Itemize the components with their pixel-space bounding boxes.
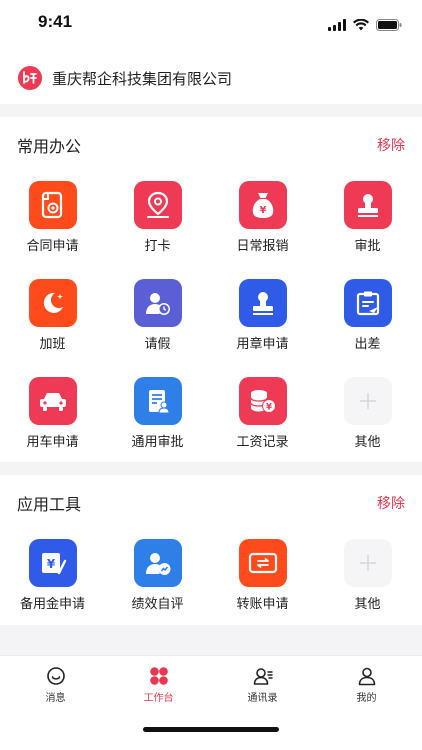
workbench-grid-icon [149, 667, 168, 685]
svg-text:¥: ¥ [259, 205, 266, 216]
office-section-title: 常用办公 [17, 139, 82, 156]
tile-overtime[interactable]: 加班 [0, 267, 105, 365]
tile-vehicle-application[interactable]: 用车申请 [0, 365, 105, 463]
person-icon [358, 667, 375, 686]
home-indicator[interactable] [143, 727, 279, 732]
app-screen: 9:41 重庆帮企科技集团有限公司 常用办公 移除 合同申请 打卡 ¥ 日常报销… [0, 0, 422, 750]
stamp-icon [343, 181, 392, 229]
user-chart-icon [133, 539, 182, 587]
tab-label: 我的 [356, 693, 377, 704]
tile-label: 绩效自评 [131, 596, 184, 611]
tile-petty-cash-application[interactable]: ¥ 备用金申请 [0, 527, 105, 625]
tile-label: 合同申请 [26, 238, 79, 253]
company-header[interactable]: 重庆帮企科技集团有限公司 [0, 52, 422, 104]
tile-general-approval[interactable]: 通用审批 [105, 365, 210, 463]
tile-label: 其他 [354, 596, 381, 611]
tile-label: 用章申请 [236, 336, 289, 351]
plus-icon [343, 377, 392, 425]
clipboard-plane-icon [343, 279, 392, 327]
seal-icon [238, 279, 287, 327]
money-bag-icon: ¥ [238, 181, 287, 229]
tab-label: 工作台 [143, 693, 174, 704]
tile-other-tools[interactable]: 其他 [315, 527, 420, 625]
card-transfer-icon [238, 539, 287, 587]
status-bar: 9:41 [0, 0, 422, 52]
user-clock-icon [133, 279, 182, 327]
contacts-icon [253, 668, 273, 685]
yuan-pen-icon: ¥ [28, 539, 77, 587]
tile-label: 备用金申请 [19, 596, 85, 611]
tab-me[interactable]: 我的 [314, 666, 419, 710]
tile-label: 工资记录 [236, 434, 289, 449]
tile-approval[interactable]: 审批 [315, 169, 420, 267]
tab-label: 消息 [45, 693, 66, 704]
location-pin-icon [133, 181, 182, 229]
tile-other-office[interactable]: 其他 [315, 365, 420, 463]
tools-section-header: 应用工具 移除 [0, 475, 422, 525]
tile-clock-in[interactable]: 打卡 [105, 169, 210, 267]
bottom-tab-bar: 消息 工作台 通讯录 我的 [0, 655, 422, 750]
tile-leave-request[interactable]: 请假 [105, 267, 210, 365]
moon-icon [28, 279, 77, 327]
tile-label: 审批 [354, 238, 381, 253]
status-time: 9:41 [38, 12, 73, 31]
tile-business-trip[interactable]: 出差 [315, 267, 420, 365]
tile-daily-reimbursement[interactable]: ¥ 日常报销 [210, 169, 315, 267]
tile-transfer-application[interactable]: 转账申请 [210, 527, 315, 625]
company-name: 重庆帮企科技集团有限公司 [52, 70, 233, 88]
contract-icon [28, 181, 77, 229]
battery-icon [376, 19, 402, 31]
tools-section: 应用工具 移除 ¥ 备用金申请 绩效自评 转账申请 其他 [0, 475, 422, 625]
document-user-icon [133, 377, 182, 425]
tile-contract-application[interactable]: 合同申请 [0, 169, 105, 267]
tile-label: 出差 [354, 336, 381, 351]
office-remove-button[interactable]: 移除 [377, 135, 405, 155]
tab-workbench[interactable]: 工作台 [106, 666, 211, 710]
company-logo-icon [18, 66, 42, 90]
tile-label: 加班 [39, 336, 66, 351]
tile-label: 其他 [354, 434, 381, 449]
tile-label: 用车申请 [26, 434, 79, 449]
office-section-header: 常用办公 移除 [0, 117, 422, 167]
tile-label: 打卡 [144, 238, 171, 253]
tools-remove-button[interactable]: 移除 [377, 493, 405, 513]
tile-label: 请假 [144, 336, 171, 351]
svg-text:¥: ¥ [266, 403, 272, 413]
cellular-signal-icon [328, 19, 346, 31]
tile-label: 通用审批 [131, 434, 184, 449]
tab-messages[interactable]: 消息 [3, 666, 108, 710]
smile-message-icon [46, 667, 65, 685]
coin-stack-icon: ¥ [238, 377, 287, 425]
tile-label: 日常报销 [236, 238, 289, 253]
plus-icon [343, 539, 392, 587]
svg-text:¥: ¥ [46, 557, 55, 571]
tools-section-title: 应用工具 [17, 497, 82, 514]
status-icons [328, 19, 402, 31]
tab-contacts[interactable]: 通讯录 [210, 666, 315, 710]
tile-performance-self-assessment[interactable]: 绩效自评 [105, 527, 210, 625]
tab-label: 通讯录 [247, 693, 278, 704]
office-section: 常用办公 移除 合同申请 打卡 ¥ 日常报销 审批 加班 请假 用章申请 出差 … [0, 117, 422, 462]
tile-seal-application[interactable]: 用章申请 [210, 267, 315, 365]
wifi-icon [353, 19, 369, 31]
tile-label: 转账申请 [236, 596, 289, 611]
car-icon [28, 377, 77, 425]
tile-salary-records[interactable]: ¥ 工资记录 [210, 365, 315, 463]
